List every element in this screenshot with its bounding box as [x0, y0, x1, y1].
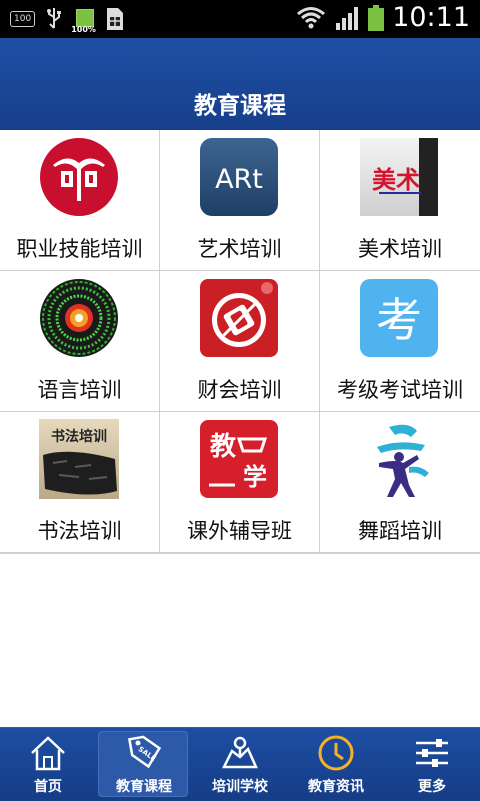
tab-courses[interactable]: SALE 教育课程 [96, 728, 192, 801]
tutoring-icon: 教 学 [200, 420, 278, 498]
course-item-dance[interactable]: 舞蹈培训 [320, 412, 480, 553]
art-icon: ARt [200, 138, 278, 216]
settings-sliders-icon [416, 739, 448, 767]
tab-schools[interactable]: 培训学校 [192, 728, 288, 801]
wifi-icon [297, 6, 326, 28]
battery-small-icon: 100% [71, 6, 96, 34]
fine-art-icon-text: 美术 [372, 166, 420, 194]
tab-label: 首页 [34, 779, 62, 795]
tab-label: 培训学校 [212, 779, 268, 795]
tab-home[interactable]: 首页 [0, 728, 96, 801]
course-item-accounting[interactable]: 财会培训 [160, 271, 320, 412]
tab-news[interactable]: 教育资讯 [288, 728, 384, 801]
map-icon [221, 736, 258, 769]
page-title: 教育课程 [194, 93, 286, 119]
signal-icon [336, 6, 359, 30]
home-icon [31, 736, 65, 771]
tag-icon: SALE [127, 735, 162, 769]
tab-label: 教育资讯 [308, 779, 364, 795]
course-item-exam[interactable]: 考 考级考试培训 [320, 271, 480, 412]
battery-icon [368, 4, 385, 31]
course-label: 课外辅导班 [187, 519, 292, 543]
course-label: 美术培训 [358, 237, 442, 261]
course-label: 舞蹈培训 [358, 519, 442, 543]
course-label: 财会培训 [197, 378, 282, 402]
tab-label: 更多 [418, 779, 446, 795]
sim-icon [107, 8, 124, 30]
fine-art-icon: 美术 [360, 138, 438, 216]
status-bar: 100 100% 10:11 [0, 0, 480, 38]
accounting-icon [200, 279, 278, 357]
battery-percent: 100% [71, 25, 96, 34]
course-grid: 职业技能培训 ARt 艺术培训 美术 美术培训 语言培训 财会培训 考 考级考试… [0, 130, 480, 554]
exam-icon-text: 考 [376, 293, 422, 347]
course-item-vocational[interactable]: 职业技能培训 [0, 130, 160, 271]
course-item-calligraphy[interactable]: 书法培训 书法培训 [0, 412, 160, 553]
notification-badge: 100 [10, 11, 36, 27]
tab-label: 教育课程 [116, 779, 172, 795]
usb-icon [47, 8, 62, 29]
vocational-logo-icon [40, 138, 118, 216]
calligraphy-icon: 书法培训 [39, 419, 119, 499]
language-icon [40, 279, 118, 357]
course-item-fine-art[interactable]: 美术 美术培训 [320, 130, 480, 271]
course-label: 书法培训 [37, 519, 122, 543]
tab-more[interactable]: 更多 [384, 728, 480, 801]
course-item-language[interactable]: 语言培训 [0, 271, 160, 412]
exam-icon: 考 [360, 279, 438, 357]
course-item-tutoring[interactable]: 教 学 课外辅导班 [160, 412, 320, 553]
course-label: 考级考试培训 [337, 378, 463, 402]
art-icon-text: ARt [215, 164, 263, 195]
dance-icon [377, 424, 429, 497]
course-item-art[interactable]: ARt 艺术培训 [160, 130, 320, 271]
course-label: 艺术培训 [197, 237, 282, 261]
calligraphy-icon-text: 书法培训 [51, 428, 107, 445]
clock-icon [318, 735, 354, 771]
bottom-tab-bar: 首页 SALE 教育课程 培训学校 教育资讯 更多 [0, 727, 480, 801]
course-label: 职业技能培训 [16, 237, 143, 261]
course-label: 语言培训 [37, 378, 122, 402]
tutoring-icon-text-b: 学 [243, 463, 267, 491]
header-bar: 教育课程 [0, 38, 480, 131]
status-clock: 10:11 [392, 2, 470, 33]
tutoring-icon-text-a: 教 [210, 432, 236, 462]
